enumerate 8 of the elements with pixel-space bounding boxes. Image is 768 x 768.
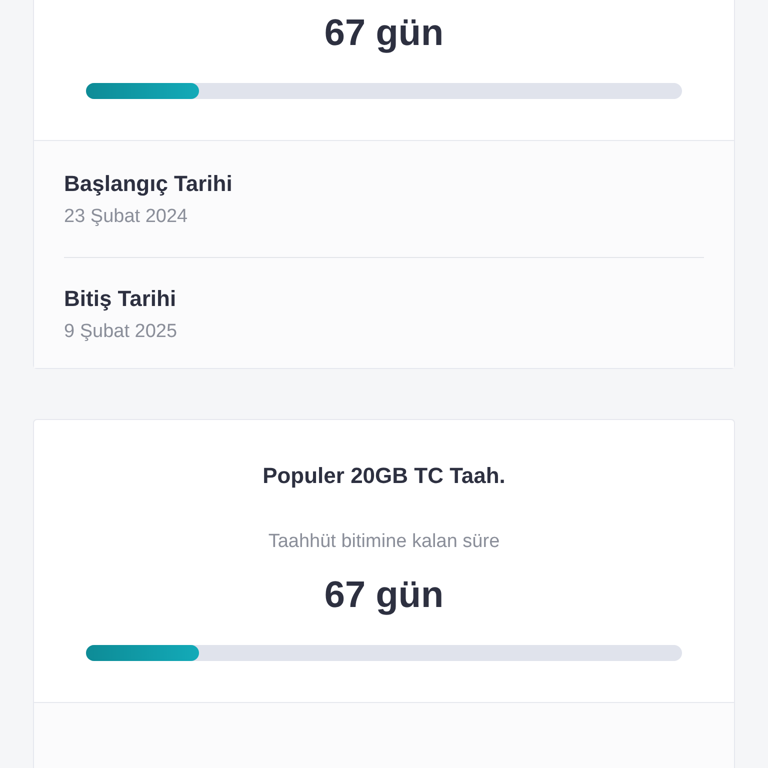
plan-title: Populer 20GB TC Taah. <box>262 462 506 490</box>
date-value: 23 Şubat 2024 <box>64 205 189 229</box>
remaining-label: Taahhüt bitimine kalan süre <box>268 530 500 554</box>
date-label: Başlangıç Tarihi <box>64 170 234 198</box>
date-value: 9 Şubat 2025 <box>64 320 178 344</box>
remaining-days: 67 gün <box>324 572 444 618</box>
date-label: Bitiş Tarihi <box>64 285 178 313</box>
remaining-days: 67 gün <box>324 10 444 56</box>
